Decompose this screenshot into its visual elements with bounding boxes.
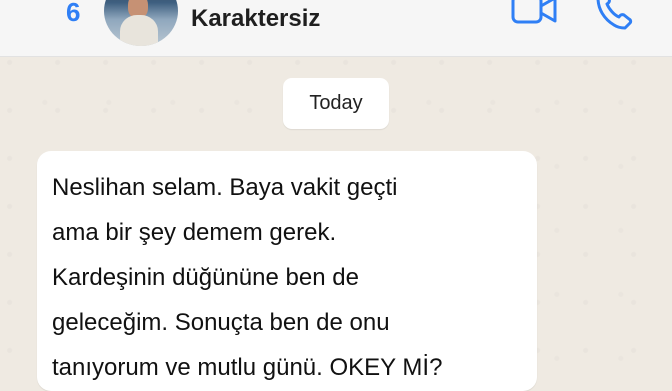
contact-name[interactable]: Karaktersiz: [191, 4, 320, 34]
incoming-message-bubble[interactable]: Neslihan selam. Baya vakit geçti ama bir…: [37, 151, 537, 391]
contact-avatar[interactable]: [104, 0, 178, 46]
video-camera-icon: [510, 0, 558, 32]
phone-icon: [591, 0, 639, 32]
date-separator: Today: [283, 78, 389, 129]
back-unread-count[interactable]: 6: [66, 0, 80, 28]
message-text: Neslihan selam. Baya vakit geçti ama bir…: [52, 174, 443, 381]
chat-header: 6 Karaktersiz: [0, 0, 672, 57]
avatar-person-body: [120, 15, 158, 46]
video-call-button[interactable]: [510, 0, 558, 32]
voice-call-button[interactable]: [591, 0, 639, 32]
